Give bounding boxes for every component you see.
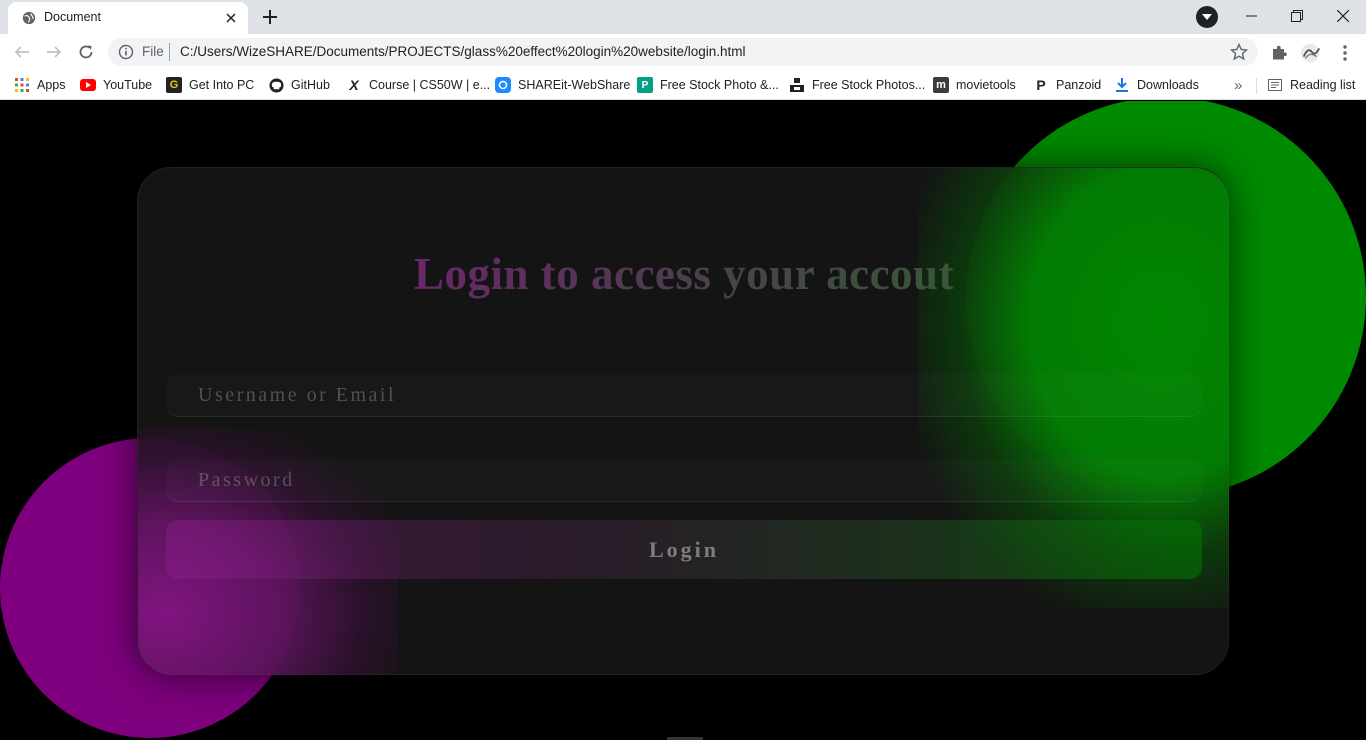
bookmark-star-icon[interactable] [1230, 43, 1248, 61]
login-button[interactable]: Login [166, 520, 1202, 579]
bookmark-panzoid[interactable]: P Panzoid [1033, 76, 1101, 94]
kebab-menu-icon [1343, 45, 1347, 61]
avatar [1300, 43, 1321, 63]
tab-search-button[interactable] [1196, 6, 1218, 28]
browser-toolbar: File C:/Users/WizeSHARE/Documents/PROJEC… [0, 34, 1366, 70]
username-input[interactable] [166, 374, 1202, 416]
new-tab-button[interactable] [256, 4, 284, 30]
bookmark-label: Apps [37, 78, 66, 92]
youtube-icon [80, 77, 96, 93]
stock-photo-icon: P [637, 77, 653, 93]
bookmark-downloads[interactable]: Downloads [1114, 76, 1199, 94]
reading-list-label: Reading list [1290, 78, 1356, 92]
username-field-wrapper [166, 374, 1202, 417]
getintopc-icon: G [166, 77, 182, 93]
login-heading: Login to access your accout [138, 248, 1230, 300]
close-window-button[interactable] [1320, 0, 1366, 32]
bookmarks-bar: Apps YouTube G Get Into PC GitHub X Cour… [0, 70, 1366, 100]
extensions-button[interactable] [1268, 42, 1290, 64]
close-icon [1337, 10, 1349, 22]
shareit-icon [495, 77, 511, 93]
globe-icon [22, 11, 36, 25]
page-viewport: Login to access your accout Login [0, 101, 1366, 740]
bookmark-movietools[interactable]: m movietools [933, 76, 1016, 94]
browser-tab[interactable]: Document [8, 2, 248, 34]
reading-list-button[interactable]: Reading list [1267, 76, 1355, 94]
forward-button[interactable] [40, 38, 68, 66]
bookmark-label: SHAREit-WebShare [518, 78, 631, 92]
close-tab-icon[interactable] [222, 9, 240, 27]
bookmark-getintopc[interactable]: G Get Into PC [166, 76, 254, 94]
url-scheme: File [142, 44, 164, 59]
minimize-button[interactable] [1228, 0, 1274, 32]
bookmark-label: Free Stock Photos... [812, 78, 926, 92]
info-icon[interactable] [118, 44, 134, 60]
reload-button[interactable] [72, 38, 100, 66]
bookmark-apps[interactable]: Apps [14, 76, 66, 94]
bookmark-label: Course | CS50W | e... [369, 78, 491, 92]
edx-icon: X [349, 77, 359, 93]
minimize-icon [1245, 15, 1257, 17]
bookmark-label: Free Stock Photo &... [660, 78, 779, 92]
bookmark-label: Panzoid [1056, 78, 1102, 92]
bookmark-cs50w[interactable]: X Course | CS50W | e... [346, 76, 490, 94]
back-button[interactable] [8, 38, 36, 66]
apps-grid-icon [14, 77, 30, 93]
reload-icon [79, 45, 93, 59]
github-icon [268, 77, 284, 93]
url-text[interactable]: C:/Users/WizeSHARE/Documents/PROJECTS/gl… [180, 44, 745, 59]
profile-avatar[interactable] [1300, 42, 1322, 64]
tab-title: Document [44, 10, 101, 24]
unsplash-icon [789, 77, 805, 93]
address-bar[interactable]: File C:/Users/WizeSHARE/Documents/PROJEC… [108, 38, 1258, 66]
arrow-right-icon [47, 46, 62, 58]
bookmark-free-stock-photos[interactable]: Free Stock Photos... [789, 76, 925, 94]
movietools-icon: m [933, 77, 949, 93]
download-icon [1114, 77, 1130, 93]
bookmark-label: GitHub [291, 78, 330, 92]
bookmark-label: movietools [956, 78, 1016, 92]
bookmark-label: Get Into PC [189, 78, 255, 92]
bookmark-free-stock-photo[interactable]: P Free Stock Photo &... [637, 76, 779, 94]
url-separator [169, 43, 170, 61]
plus-icon [263, 10, 277, 24]
more-bookmarks-button[interactable]: » [1234, 76, 1242, 94]
password-field-wrapper [166, 459, 1202, 502]
password-input[interactable] [166, 459, 1202, 501]
restore-button[interactable] [1274, 0, 1320, 32]
bookmark-github[interactable]: GitHub [268, 76, 330, 94]
bookmark-shareit[interactable]: SHAREit-WebShare [495, 76, 630, 94]
login-card: Login to access your accout Login [137, 167, 1229, 675]
restore-icon [1291, 10, 1303, 22]
chevron-down-icon [1202, 14, 1212, 20]
arrow-left-icon [14, 46, 29, 58]
bookmark-label: YouTube [103, 78, 153, 92]
bookmark-label: Downloads [1137, 78, 1199, 92]
bookmarks-divider [1256, 78, 1257, 94]
browser-menu-button[interactable] [1334, 42, 1356, 64]
panzoid-icon: P [1036, 77, 1046, 93]
tab-strip: Document [0, 0, 1366, 34]
puzzle-icon [1273, 45, 1287, 60]
reading-list-icon [1267, 77, 1283, 93]
bookmark-youtube[interactable]: YouTube [80, 76, 152, 94]
